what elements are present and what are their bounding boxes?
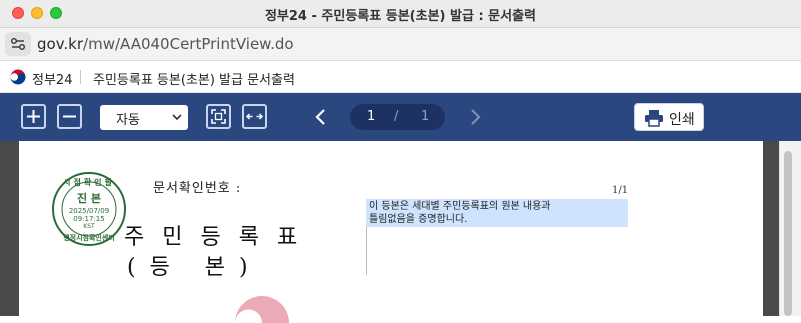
address-bar: gov.kr/mw/AA040CertPrintView.do: [0, 28, 801, 61]
zoom-out-button[interactable]: [57, 104, 82, 129]
chevron-left-icon[interactable]: [314, 108, 328, 126]
seal-top-text: 시점확인필: [63, 177, 115, 187]
header-divider: [80, 70, 81, 84]
zoom-level-select[interactable]: 자동: [100, 105, 188, 130]
document-confirm-number-label: 문서확인번호 :: [153, 181, 242, 196]
document-page-counter: 1/1: [612, 185, 629, 196]
expand-icon: [211, 109, 226, 124]
certification-note-line2: 틀림없음을 증명합니다.: [369, 214, 468, 225]
page-indicator: 1 / 1: [350, 104, 445, 130]
certification-note-line1: 이 등본은 세대별 주민등록표의 원본 내용과: [369, 201, 551, 212]
document-heading: 주민등록표: [124, 225, 316, 250]
seal-bottom-text: 행정시점확인센터: [63, 233, 115, 242]
page-separator: /: [394, 109, 399, 124]
document-subheading: ( 등 본 ): [127, 255, 248, 280]
settings-sliders-icon: [10, 37, 25, 50]
seal-date: 2025/07/09: [69, 207, 109, 215]
site-settings-button[interactable]: [5, 32, 31, 56]
document-viewer: 문서확인번호 : 1/1 이 등본은 세대별 주민등록표의 원본 내용과 틀림없…: [0, 141, 801, 323]
print-button-label: 인쇄: [669, 112, 695, 128]
chevron-right-icon[interactable]: [468, 108, 482, 126]
url-field[interactable]: gov.kr/mw/AA040CertPrintView.do: [37, 35, 294, 53]
page-title: 주민등록표 등본(초본) 발급 문서출력: [93, 73, 295, 88]
zoom-level-value: 자동: [116, 113, 140, 128]
current-page-input[interactable]: 1: [367, 109, 375, 124]
verification-seal: 시점확인필 진 본 2025/07/09 09:17:15 KST 행정시점확인…: [52, 172, 126, 246]
site-name[interactable]: 정부24: [32, 69, 72, 88]
certification-note: 이 등본은 세대별 주민등록표의 원본 내용과 틀림없음을 증명합니다.: [366, 199, 628, 227]
print-button[interactable]: 인쇄: [634, 103, 704, 131]
viewer-toolbar: 자동 1 / 1 인쇄: [0, 93, 801, 141]
chevron-down-icon: [172, 114, 182, 121]
seal-time: 09:17:15: [73, 215, 104, 223]
window-titlebar: 정부24 - 주민등록표 등본(초본) 발급 : 문서출력: [0, 0, 801, 28]
page-header: 정부24 주민등록표 등본(초본) 발급 문서출력: [0, 61, 801, 93]
url-host: gov.kr: [37, 35, 84, 53]
document-divider: [366, 227, 367, 275]
scrollbar-thumb[interactable]: [784, 151, 792, 316]
fit-width-button[interactable]: [242, 104, 267, 129]
zoom-in-button[interactable]: [21, 104, 46, 129]
total-pages: 1: [421, 109, 430, 124]
fit-page-button[interactable]: [206, 104, 231, 129]
seal-timezone: KST: [83, 223, 95, 230]
seal-main-text: 진 본: [77, 191, 101, 205]
document-page: 문서확인번호 : 1/1 이 등본은 세대별 주민등록표의 원본 내용과 틀림없…: [19, 141, 763, 323]
plus-icon: [27, 110, 40, 123]
window-title: 정부24 - 주민등록표 등본(초본) 발급 : 문서출력: [264, 9, 537, 24]
minus-icon: [63, 115, 76, 118]
government-emblem-icon[interactable]: [8, 67, 28, 87]
printer-icon: [645, 110, 663, 127]
url-path: /mw/AA040CertPrintView.do: [83, 35, 294, 53]
horizontal-arrows-icon: [245, 113, 264, 120]
